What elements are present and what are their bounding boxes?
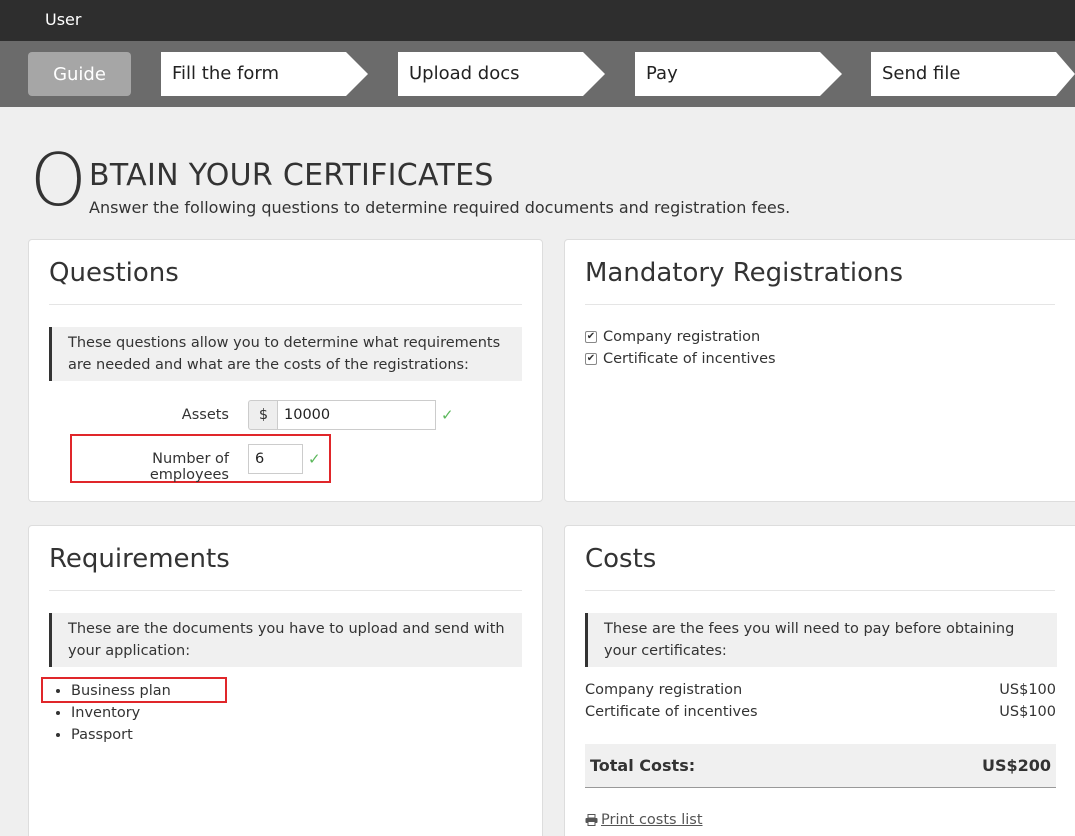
questions-heading: Questions [49, 258, 179, 288]
currency-addon: $ [248, 400, 278, 430]
print-costs-link[interactable]: Print costs list [585, 812, 703, 828]
costs-heading: Costs [585, 544, 657, 574]
registration-certificate: ✔ Certificate of incentives [585, 351, 776, 367]
registration-label: Certificate of incentives [603, 351, 776, 367]
divider [585, 590, 1055, 591]
total-label: Total Costs: [590, 756, 696, 775]
print-icon [585, 814, 598, 826]
step-pay[interactable]: Pay [635, 52, 845, 96]
cost-amount: US$100 [999, 682, 1056, 698]
list-item: Passport [71, 724, 171, 746]
assets-valid-check-icon: ✓ [441, 406, 454, 424]
mandatory-registrations-panel: Mandatory Registrations ✔ Company regist… [564, 239, 1075, 502]
questions-callout: These questions allow you to determine w… [49, 327, 522, 381]
cost-row: Certificate of incentives US$100 [585, 704, 1056, 720]
cost-amount: US$100 [999, 704, 1056, 720]
costs-panel: Costs These are the fees you will need t… [564, 525, 1075, 836]
assets-label: Assets [181, 407, 229, 423]
requirements-heading: Requirements [49, 544, 230, 574]
cost-label: Company registration [585, 682, 743, 698]
total-amount: US$200 [981, 756, 1051, 775]
employees-input[interactable] [248, 444, 303, 474]
print-label: Print costs list [601, 812, 703, 828]
step-label: Fill the form [172, 63, 279, 84]
divider [49, 590, 522, 591]
registration-label: Company registration [603, 329, 761, 345]
requirements-callout: These are the documents you have to uplo… [49, 613, 522, 667]
questions-panel: Questions These questions allow you to d… [28, 239, 543, 502]
registration-company: ✔ Company registration [585, 329, 760, 345]
step-send-file[interactable]: Send file [871, 52, 1075, 96]
step-label: Upload docs [409, 63, 520, 84]
costs-callout: These are the fees you will need to pay … [585, 613, 1057, 667]
list-item: Business plan [71, 680, 171, 702]
list-item: Inventory [71, 702, 171, 724]
step-upload-docs[interactable]: Upload docs [398, 52, 608, 96]
page-title: BTAIN YOUR CERTIFICATES [89, 158, 494, 193]
cost-label: Certificate of incentives [585, 704, 758, 720]
step-label: Pay [646, 63, 678, 84]
checkbox-checked-icon[interactable]: ✔ [585, 353, 597, 365]
requirements-panel: Requirements These are the documents you… [28, 525, 543, 836]
mandatory-heading: Mandatory Registrations [585, 258, 904, 288]
total-costs-row: Total Costs: US$200 [585, 744, 1056, 788]
assets-input[interactable] [277, 400, 436, 430]
cost-row: Company registration US$100 [585, 682, 1056, 698]
steps-bar: Guide Fill the form Upload docs Pay Send… [0, 41, 1075, 107]
divider [49, 304, 522, 305]
step-label: Send file [882, 63, 961, 84]
employees-valid-check-icon: ✓ [308, 450, 321, 468]
title-initial: O [30, 138, 87, 222]
step-fill-the-form[interactable]: Fill the form [161, 52, 371, 96]
guide-button[interactable]: Guide [28, 52, 131, 96]
page-subtitle: Answer the following questions to determ… [89, 198, 791, 217]
requirements-list: Business plan Inventory Passport [71, 680, 171, 746]
user-menu[interactable]: User [45, 10, 81, 29]
top-bar: User [0, 0, 1075, 41]
checkbox-checked-icon[interactable]: ✔ [585, 331, 597, 343]
employees-label: Number of employees [149, 451, 229, 483]
divider [585, 304, 1055, 305]
